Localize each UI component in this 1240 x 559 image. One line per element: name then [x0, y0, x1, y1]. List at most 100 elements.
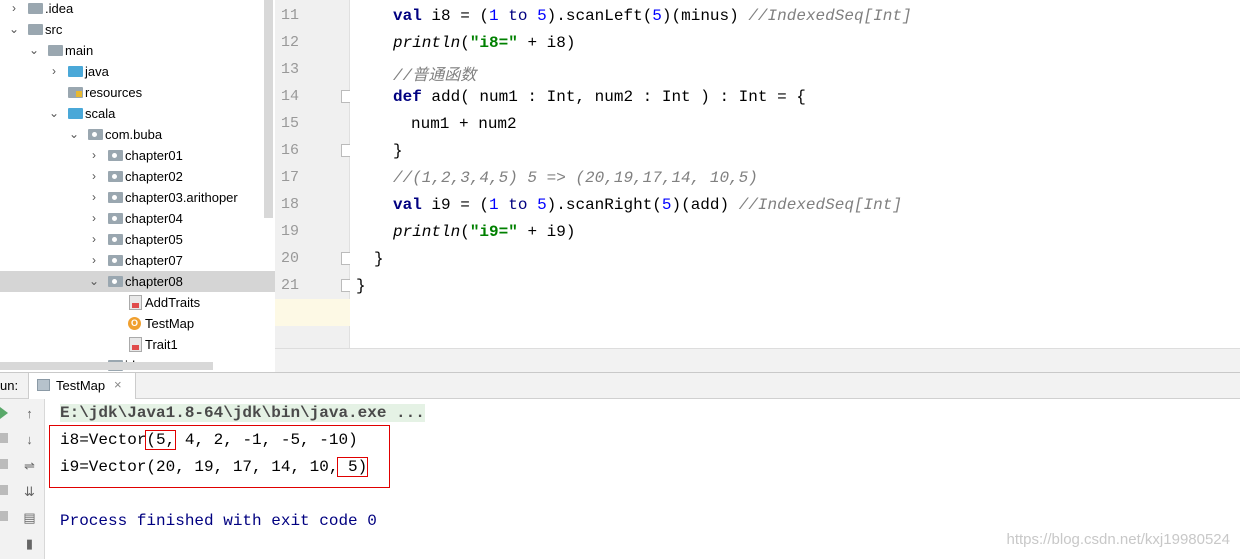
number-literal: 5 — [661, 196, 672, 214]
tree-item-idea[interactable]: › .idea — [0, 0, 275, 19]
tree-item-label: Trait1 — [145, 337, 178, 352]
tree-item-com-buba[interactable]: ⌄ com.buba — [0, 124, 275, 145]
pause-icon[interactable] — [0, 459, 8, 469]
up-arrow-icon[interactable]: ↑ — [22, 406, 37, 421]
tree-item-addtraits[interactable]: AddTraits — [0, 292, 275, 313]
tree-item-label: chapter03.arithoper — [125, 190, 238, 205]
code-line-21: } — [356, 277, 366, 295]
line-number: 11 — [280, 7, 299, 24]
dump-icon[interactable] — [0, 485, 8, 495]
chevron-right-icon[interactable]: › — [88, 187, 100, 208]
string-literal: "i9=" — [469, 223, 518, 241]
chevron-right-icon[interactable]: › — [48, 61, 60, 82]
output-line-i9: i9=Vector(20, 19, 17, 14, 10, 5) — [60, 457, 369, 477]
code-editor[interactable]: val i8 = (1 to 5).scanLeft(5)(minus) //I… — [350, 0, 1240, 348]
package-icon — [108, 276, 123, 287]
source-folder-icon — [68, 108, 83, 119]
output-line-i8: i8=Vector(5, 4, 2, -1, -5, -10) — [60, 430, 358, 450]
package-icon — [108, 171, 123, 182]
tree-item-label: TestMap — [145, 316, 195, 331]
print-icon[interactable]: ▤ — [22, 510, 37, 525]
rerun-icon[interactable] — [0, 407, 8, 419]
chevron-down-icon[interactable]: ⌄ — [68, 124, 80, 145]
code-text: + i9) — [517, 223, 576, 241]
down-arrow-icon[interactable]: ↓ — [22, 432, 37, 447]
run-tab-testmap[interactable]: TestMap × — [28, 373, 136, 399]
tree-item-scala[interactable]: ⌄ scala — [0, 103, 275, 124]
code-line-14: def add( num1 : Int, num2 : Int ) : Int … — [393, 88, 806, 106]
code-text: } — [374, 250, 384, 268]
chevron-down-icon[interactable]: ⌄ — [8, 19, 20, 40]
tree-horizontal-scrollbar[interactable] — [0, 362, 213, 370]
keyword: to — [508, 7, 528, 25]
tree-item-java[interactable]: › java — [0, 61, 275, 82]
tree-item-chapter08[interactable]: ⌄ chapter08 — [0, 271, 275, 292]
code-text: ).scanRight( — [546, 196, 662, 214]
tree-item-chapter05[interactable]: › chapter05 — [0, 229, 275, 250]
scroll-to-end-icon[interactable]: ⇊ — [22, 484, 37, 499]
code-line-16: } — [393, 142, 403, 160]
tree-item-label: chapter07 — [125, 253, 183, 268]
soft-wrap-icon[interactable]: ⇌ — [22, 458, 37, 473]
highlighted-value: (5, — [145, 430, 177, 450]
tree-item-main[interactable]: ⌄ main — [0, 40, 275, 61]
tree-item-resources[interactable]: resources — [0, 82, 275, 103]
chevron-down-icon[interactable]: ⌄ — [48, 103, 60, 124]
package-icon — [108, 150, 123, 161]
code-line-17: //(1,2,3,4,5) 5 => (20,19,17,14, 10,5) — [393, 169, 758, 187]
watermark: https://blog.csdn.net/kxj19980524 — [1006, 531, 1231, 548]
tree-item-label: java — [85, 64, 109, 79]
line-number: 21 — [280, 277, 299, 294]
output-text: i8=Vector — [60, 431, 147, 449]
chevron-down-icon[interactable]: ⌄ — [88, 271, 100, 292]
tree-item-chapter03[interactable]: › chapter03.arithoper — [0, 187, 275, 208]
tree-item-chapter04[interactable]: › chapter04 — [0, 208, 275, 229]
chevron-right-icon[interactable]: › — [88, 145, 100, 166]
chevron-right-icon[interactable]: › — [88, 166, 100, 187]
chevron-down-icon[interactable]: ⌄ — [28, 40, 40, 61]
number-literal: 5 — [537, 7, 547, 25]
stop-icon[interactable] — [0, 433, 8, 443]
chevron-right-icon[interactable]: › — [88, 208, 100, 229]
code-line-19: println("i9=" + i9) — [393, 223, 575, 241]
tree-item-label: chapter04 — [125, 211, 183, 226]
comment: //普通函数 — [393, 67, 477, 85]
editor-breadcrumb-bar — [275, 348, 1240, 373]
tree-item-label: com.buba — [105, 127, 163, 142]
project-tree: › .idea ⌄ src ⌄ main › java resources ⌄ … — [0, 0, 276, 372]
tree-item-chapter02[interactable]: › chapter02 — [0, 166, 275, 187]
code-text: ( — [460, 223, 470, 241]
scala-trait-icon — [129, 295, 142, 310]
java-path-line: E:\jdk\Java1.8-64\jdk\bin\java.exe ... — [60, 404, 425, 422]
keyword: to — [508, 196, 528, 214]
package-icon — [108, 234, 123, 245]
tree-item-label: chapter01 — [125, 148, 183, 163]
tree-item-chapter01[interactable]: › chapter01 — [0, 145, 275, 166]
tree-item-trait1[interactable]: Trait1 — [0, 334, 275, 355]
code-text: } — [356, 277, 366, 295]
number-literal: 5 — [652, 7, 662, 25]
settings-icon[interactable] — [0, 511, 8, 521]
close-icon[interactable]: × — [114, 377, 122, 392]
tree-item-label: chapter08 — [125, 274, 183, 289]
trash-icon[interactable]: ▮ — [22, 536, 37, 551]
code-line-18: val i9 = (1 to 5).scanRight(5)(add) //In… — [393, 196, 902, 214]
tree-item-chapter07[interactable]: › chapter07 — [0, 250, 275, 271]
chevron-right-icon[interactable]: › — [88, 250, 100, 271]
tree-item-src[interactable]: ⌄ src — [0, 19, 275, 40]
code-line-15: num1 + num2 — [411, 115, 517, 133]
package-icon — [108, 255, 123, 266]
package-icon — [108, 192, 123, 203]
run-tab-label: TestMap — [56, 378, 106, 393]
chevron-right-icon[interactable]: › — [8, 0, 20, 19]
tree-item-testmap[interactable]: O TestMap — [0, 313, 275, 334]
editor-gutter: 11 12 13 14 15 16 17 18 19 20 21 22 — [275, 0, 354, 348]
tree-vertical-scrollbar[interactable] — [264, 0, 273, 218]
comment: //IndexedSeq[Int] — [738, 196, 902, 214]
code-text: ).scanLeft( — [546, 7, 653, 25]
output-text: 4, 2, -1, -5, -10) — [175, 431, 358, 449]
chevron-right-icon[interactable]: › — [88, 229, 100, 250]
line-number: 14 — [280, 88, 299, 105]
